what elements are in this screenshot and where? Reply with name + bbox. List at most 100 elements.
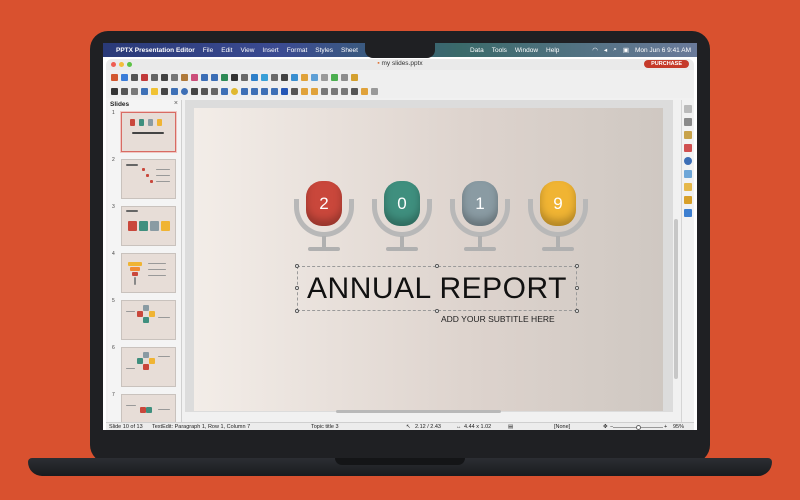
resize-handle[interactable] [295,309,299,313]
language-status[interactable]: [None] [554,424,570,430]
menubar-clock[interactable]: Mon Jun 6 9:41 AM [635,47,691,54]
crop-icon[interactable] [341,87,348,95]
navigator-icon[interactable] [684,157,692,165]
gallery-icon[interactable] [684,144,692,152]
styles-icon[interactable] [684,131,692,139]
fit-slide-icon[interactable]: ✥ [603,424,608,430]
app-name-menu[interactable]: PPTX Presentation Editor [116,47,195,54]
toggle-extrusion-icon[interactable] [361,87,368,95]
export-pdf-icon[interactable] [141,73,148,81]
slide-thumbnail-preview[interactable] [121,347,176,387]
slide-thumbnail-preview[interactable] [121,206,176,246]
rotate-icon[interactable] [291,87,298,95]
search-icon[interactable]: ⌕ [613,46,617,54]
resize-handle[interactable] [435,309,439,313]
flowchart-icon[interactable] [251,87,258,95]
connector-tool-icon[interactable] [211,87,218,95]
new-document-icon[interactable] [111,73,118,81]
paste-icon[interactable] [181,73,188,81]
text-tool-icon[interactable] [131,87,138,95]
menu-styles[interactable]: Styles [315,47,333,54]
slide-thumbnail[interactable]: 3 [108,204,181,251]
hyperlink-icon[interactable] [291,73,298,81]
horizontal-scrollbar[interactable] [336,410,501,413]
comment-icon[interactable] [301,73,308,81]
block-arrows-icon[interactable] [241,87,248,95]
zoom-slider-knob[interactable] [636,425,641,430]
special-character-icon[interactable] [281,73,288,81]
master-slide-icon[interactable] [321,73,328,81]
zoom-level[interactable]: 95% [673,424,684,430]
purchase-button[interactable]: PURCHASE [644,60,689,68]
slide-thumbnail-preview[interactable] [121,253,176,293]
resize-handle[interactable] [295,264,299,268]
layout-name[interactable]: Topic title 3 [311,424,339,430]
microphone-icon[interactable]: 2 [294,181,354,256]
line-color-icon[interactable] [141,87,148,95]
callout-icon[interactable] [261,87,268,95]
fill-color-icon[interactable] [151,87,158,95]
volume-icon[interactable]: ◂ [604,46,607,54]
glue-points-icon[interactable] [371,87,378,95]
resize-handle[interactable] [435,264,439,268]
spelling-icon[interactable] [221,73,228,81]
microphone-head-digit[interactable]: 1 [462,181,498,226]
menu-insert[interactable]: Insert [262,47,278,54]
properties-icon[interactable] [684,118,692,126]
line-tool-icon[interactable] [161,87,168,95]
menu-help[interactable]: Help [546,47,559,54]
microphone-icon[interactable]: 1 [450,181,510,256]
curve-tool-icon[interactable] [201,87,208,95]
master-slides-icon[interactable] [684,209,692,217]
slide-canvas-area[interactable]: 2019 ANNUAL REPORT ADD YOUR SUBTITLE HER… [185,100,673,412]
cut-icon[interactable] [161,73,168,81]
menu-edit[interactable]: Edit [221,47,232,54]
text-box-icon[interactable] [271,73,278,81]
slide-thumbnail[interactable]: 2 [108,157,181,204]
symbol-shapes-icon[interactable] [231,87,238,95]
arrange-icon[interactable] [311,87,318,95]
rectangle-tool-icon[interactable] [171,87,178,95]
shapes-icon[interactable] [684,170,692,178]
3d-objects-icon[interactable] [281,87,288,95]
ellipse-tool-icon[interactable] [181,87,188,95]
menu-format[interactable]: Format [287,47,308,54]
slide-thumbnail-preview[interactable] [121,112,176,152]
title-text-box[interactable]: ANNUAL REPORT [295,264,579,313]
slide-canvas[interactable]: 2019 ANNUAL REPORT ADD YOUR SUBTITLE HER… [194,108,663,411]
resize-handle[interactable] [575,264,579,268]
slide-thumbnail[interactable]: 4 [108,251,181,298]
control-center-icon[interactable]: ▣ [623,46,629,54]
zoom-in-icon[interactable]: + [664,424,667,430]
align-objects-icon[interactable] [301,87,308,95]
points-icon[interactable] [351,87,358,95]
slide-thumbnail-list[interactable]: 1 2 3 4 5 6 7 [108,110,181,430]
slide-thumbnail[interactable]: 1 [108,110,181,157]
open-folder-icon[interactable] [121,73,128,81]
save-icon[interactable] [131,73,138,81]
slide-thumbnail[interactable]: 5 [108,298,181,345]
chart-icon[interactable] [261,73,268,81]
new-slide-icon[interactable] [331,73,338,81]
microphone-head-digit[interactable]: 9 [540,181,576,226]
print-icon[interactable] [151,73,158,81]
microphone-icon[interactable]: 0 [372,181,432,256]
sidebar-menu-icon[interactable] [684,105,692,113]
menu-tools[interactable]: Tools [492,47,507,54]
image-icon[interactable] [251,73,258,81]
distribute-icon[interactable] [321,87,328,95]
slide-thumbnail[interactable]: 6 [108,345,181,392]
microphone-head-digit[interactable]: 2 [306,181,342,226]
slide-subtitle[interactable]: ADD YOUR SUBTITLE HERE [441,314,555,324]
start-slideshow-icon[interactable] [351,73,358,81]
stars-icon[interactable] [271,87,278,95]
slide-thumbnail-preview[interactable] [121,159,176,199]
menu-file[interactable]: File [203,47,213,54]
duplicate-slide-icon[interactable] [341,73,348,81]
animation-icon[interactable] [684,183,692,191]
find-replace-icon[interactable] [231,73,238,81]
slide-transition-icon[interactable] [684,196,692,204]
redo-icon[interactable] [211,73,218,81]
zoom-icon[interactable] [121,87,128,95]
vertical-scrollbar[interactable] [674,219,678,379]
